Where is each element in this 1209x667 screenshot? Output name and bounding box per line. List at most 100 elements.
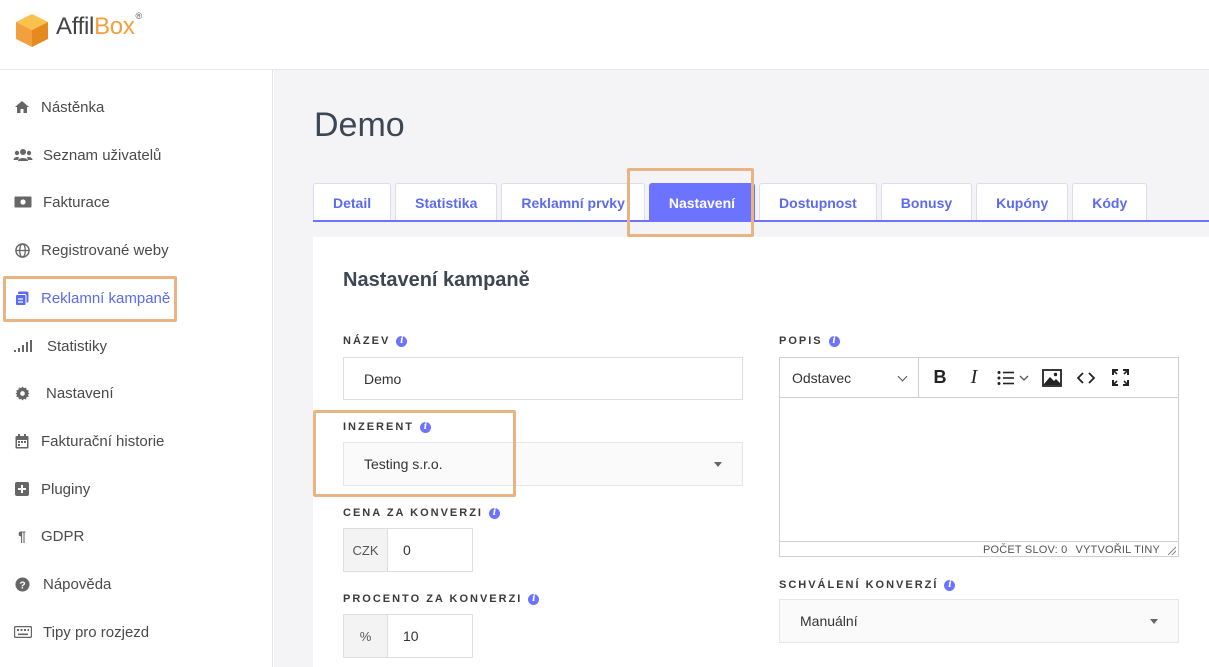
bullet-list-icon xyxy=(997,370,1029,385)
plus-square-icon xyxy=(13,480,31,498)
caret-down-icon xyxy=(714,462,722,467)
tab-kody[interactable]: Kódy xyxy=(1072,183,1148,221)
sidebar-item-fakturace[interactable]: Fakturace xyxy=(0,182,272,222)
logo[interactable]: AffilBox® xyxy=(14,11,143,48)
keyboard-icon xyxy=(13,623,33,641)
sidebar-item-label: Pluginy xyxy=(41,480,91,498)
info-icon[interactable]: i xyxy=(396,335,408,347)
inzerent-value: Testing s.r.o. xyxy=(364,456,443,472)
question-icon: ? xyxy=(13,575,31,593)
schvaleni-value: Manuální xyxy=(800,613,858,629)
sidebar-item-napoveda[interactable]: ? Nápověda xyxy=(0,564,272,604)
bullet-list-button[interactable] xyxy=(991,358,1035,398)
sidebar-item-gdpr[interactable]: ¶ GDPR xyxy=(0,516,272,556)
gear-icon xyxy=(13,384,31,402)
logo-part2: Box xyxy=(94,13,135,40)
page-title: Demo xyxy=(314,106,405,144)
cena-label-text: CENA ZA KONVERZI xyxy=(343,507,483,519)
svg-text:?: ? xyxy=(19,580,25,591)
resize-handle-icon[interactable] xyxy=(1168,547,1176,555)
nazev-label: NÁZEV i xyxy=(343,335,408,347)
info-icon[interactable]: i xyxy=(420,421,431,433)
image-icon xyxy=(1042,368,1062,387)
powered-by-link[interactable]: VYTVOŘIL TINY xyxy=(1075,544,1160,556)
source-code-button[interactable] xyxy=(1069,358,1103,398)
tab-reklamni-prvky[interactable]: Reklamní prvky xyxy=(501,183,645,221)
sidebar-item-label: Nástěnka xyxy=(41,98,105,116)
procento-label: PROCENTO ZA KONVERZI i xyxy=(343,593,540,605)
sidebar-item-label: Nápověda xyxy=(43,575,112,593)
globe-icon xyxy=(13,241,31,259)
sidebar-item-registrovane-weby[interactable]: Registrované weby xyxy=(0,230,272,270)
sidebar-item-label: Reklamní kampaně xyxy=(41,289,171,307)
info-icon[interactable]: i xyxy=(828,335,840,347)
sidebar-item-label: Fakturace xyxy=(43,193,110,211)
italic-button[interactable]: I xyxy=(957,358,991,398)
sidebar-item-seznam-uzivatelu[interactable]: Seznam uživatelů xyxy=(0,135,272,175)
tab-bar: Detail Statistika Reklamní prvky Nastave… xyxy=(313,183,1151,221)
format-value: Odstavec xyxy=(792,369,852,386)
cena-input[interactable]: 0 xyxy=(388,529,472,571)
sidebar: Nástěnka Seznam uživatelů Fakturace Regi… xyxy=(0,70,273,667)
inzerent-label: INZERENT i xyxy=(343,421,431,433)
sidebar-item-label: Nastavení xyxy=(46,384,114,402)
nazev-input[interactable]: Demo xyxy=(343,357,743,400)
format-dropdown[interactable]: Odstavec xyxy=(780,357,919,398)
logo-text: AffilBox® xyxy=(56,11,143,41)
tab-nastaveni[interactable]: Nastavení xyxy=(648,183,756,221)
tab-bonusy[interactable]: Bonusy xyxy=(880,183,973,221)
editor-body[interactable] xyxy=(780,398,1178,541)
fullscreen-icon xyxy=(1111,369,1129,386)
currency-addon: CZK xyxy=(344,529,388,571)
sidebar-item-statistiky[interactable]: Statistiky xyxy=(0,326,272,366)
sidebar-item-tipy-pro-rozjezd[interactable]: Tipy pro rozjezd xyxy=(0,612,272,652)
code-icon xyxy=(1077,371,1095,384)
popis-label: POPIS i xyxy=(779,335,840,347)
sidebar-item-nastenka[interactable]: Nástěnka xyxy=(0,87,272,127)
sidebar-item-nastaveni[interactable]: Nastavení xyxy=(0,373,272,413)
section-title: Nastavení kampaně xyxy=(343,269,530,291)
logo-registered-mark: ® xyxy=(135,11,143,21)
logo-cube-icon xyxy=(16,14,48,47)
money-icon xyxy=(13,193,33,211)
procento-label-text: PROCENTO ZA KONVERZI xyxy=(343,593,523,605)
procento-input[interactable]: 10 xyxy=(388,615,472,657)
cena-input-group: CZK 0 xyxy=(343,528,473,572)
sidebar-item-label: Registrované weby xyxy=(41,241,169,259)
tabs-underline xyxy=(313,220,1209,222)
fullscreen-button[interactable] xyxy=(1103,358,1137,398)
settings-panel: Nastavení kampaně NÁZEV i Demo INZERENT i … xyxy=(313,237,1209,667)
top-bar: AffilBox® xyxy=(0,0,1209,70)
sidebar-item-reklamni-kampane[interactable]: Reklamní kampaně xyxy=(0,278,272,318)
sidebar-item-label: Seznam uživatelů xyxy=(43,146,162,164)
sidebar-item-label: GDPR xyxy=(41,527,85,545)
procento-input-group: % 10 xyxy=(343,614,473,658)
home-icon xyxy=(13,98,31,116)
info-icon[interactable]: i xyxy=(528,593,540,605)
tab-statistika[interactable]: Statistika xyxy=(395,183,498,221)
sidebar-item-fakturacni-historie[interactable]: Fakturační historie xyxy=(0,421,272,461)
sidebar-item-label: Statistiky xyxy=(47,337,108,355)
nazev-label-text: NÁZEV xyxy=(343,335,391,347)
schvaleni-label-text: SCHVÁLENÍ KONVERZÍ xyxy=(779,579,939,591)
info-icon[interactable]: i xyxy=(944,579,956,591)
tab-dostupnost[interactable]: Dostupnost xyxy=(759,183,877,221)
paragraph-icon: ¶ xyxy=(18,528,26,544)
editor-statusbar: POČET SLOV: 0 VYTVOŘIL TINY xyxy=(780,541,1178,557)
copy-icon xyxy=(13,289,31,307)
cena-label: CENA ZA KONVERZI i xyxy=(343,507,500,519)
popis-label-text: POPIS xyxy=(779,335,823,347)
bold-button[interactable]: B xyxy=(923,358,957,398)
sidebar-item-pluginy[interactable]: Pluginy xyxy=(0,469,272,509)
insert-image-button[interactable] xyxy=(1035,358,1069,398)
schvaleni-select[interactable]: Manuální xyxy=(779,599,1179,643)
tab-detail[interactable]: Detail xyxy=(313,183,392,221)
calendar-icon xyxy=(13,432,31,450)
tab-kupony[interactable]: Kupóny xyxy=(976,183,1069,221)
schvaleni-label: SCHVÁLENÍ KONVERZÍ i xyxy=(779,579,956,591)
logo-part1: Affil xyxy=(56,13,95,40)
percent-addon: % xyxy=(344,615,388,657)
info-icon[interactable]: i xyxy=(488,507,500,519)
sidebar-item-label: Fakturační historie xyxy=(41,432,165,450)
inzerent-select[interactable]: Testing s.r.o. xyxy=(343,442,743,486)
